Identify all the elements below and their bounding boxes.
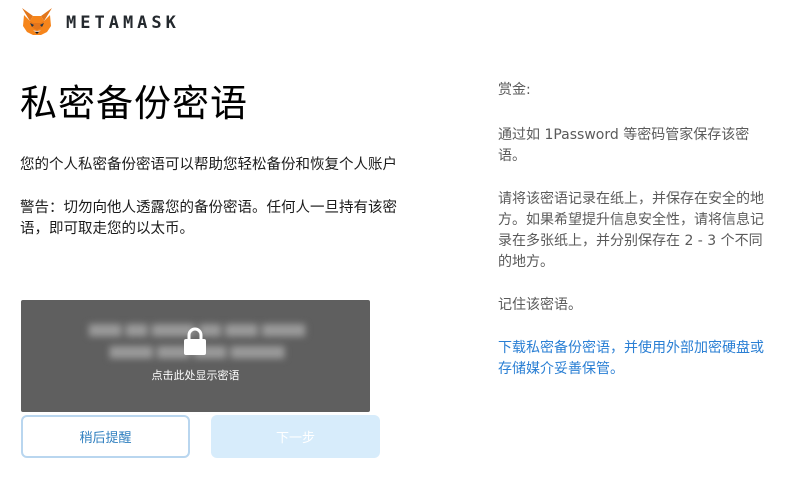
reveal-secret-label: 点击此处显示密语 [151, 369, 240, 382]
tips-panel: 赏金: 通过如 1Password 等密码管家保存该密语。 请将该密语记录在纸上… [498, 80, 773, 380]
brand-wordmark: METAMASK [66, 13, 180, 33]
tip-item: 记住该密语。 [498, 297, 582, 313]
header: METAMASK [20, 6, 180, 40]
lock-icon [184, 327, 206, 355]
next-button[interactable]: 下一步 [211, 415, 380, 458]
tips-title: 赏金: [498, 82, 531, 98]
page: METAMASK 私密备份密语 您的个人私密备份密语可以帮助您轻松备份和恢复个人… [0, 0, 789, 483]
page-title: 私密备份密语 [20, 82, 248, 125]
warning-text: 警告：切勿向他人透露您的备份密语。任何人一旦持有该密语，即可取走您的以太币。 [20, 200, 397, 237]
secret-phrase-box: ▆▆▆ ▆▆ ▆▆▆▆ ▆▆ ▆▆▆ ▆▆▆▆ ▆▆▆▆ ▆▆▆ ▆▆▆ ▆▆▆▆… [21, 300, 370, 412]
download-secret-link[interactable]: 下载私密备份密语，并使用外部加密硬盘或存储媒介妥善保管。 [498, 338, 773, 380]
remind-later-button[interactable]: 稍后提醒 [21, 415, 190, 458]
tip-item: 通过如 1Password 等密码管家保存该密语。 [498, 127, 750, 164]
reveal-secret-overlay[interactable]: 点击此处显示密语 [21, 300, 370, 412]
metamask-fox-icon [22, 8, 52, 35]
intro-text: 您的个人私密备份密语可以帮助您轻松备份和恢复个人账户 [20, 157, 397, 173]
main-content: 私密备份密语 您的个人私密备份密语可以帮助您轻松备份和恢复个人账户 警告：切勿向… [20, 78, 420, 240]
tip-item: 请将该密语记录在纸上，并保存在安全的地方。如果希望提升信息安全性，请将信息记录在… [498, 191, 764, 270]
